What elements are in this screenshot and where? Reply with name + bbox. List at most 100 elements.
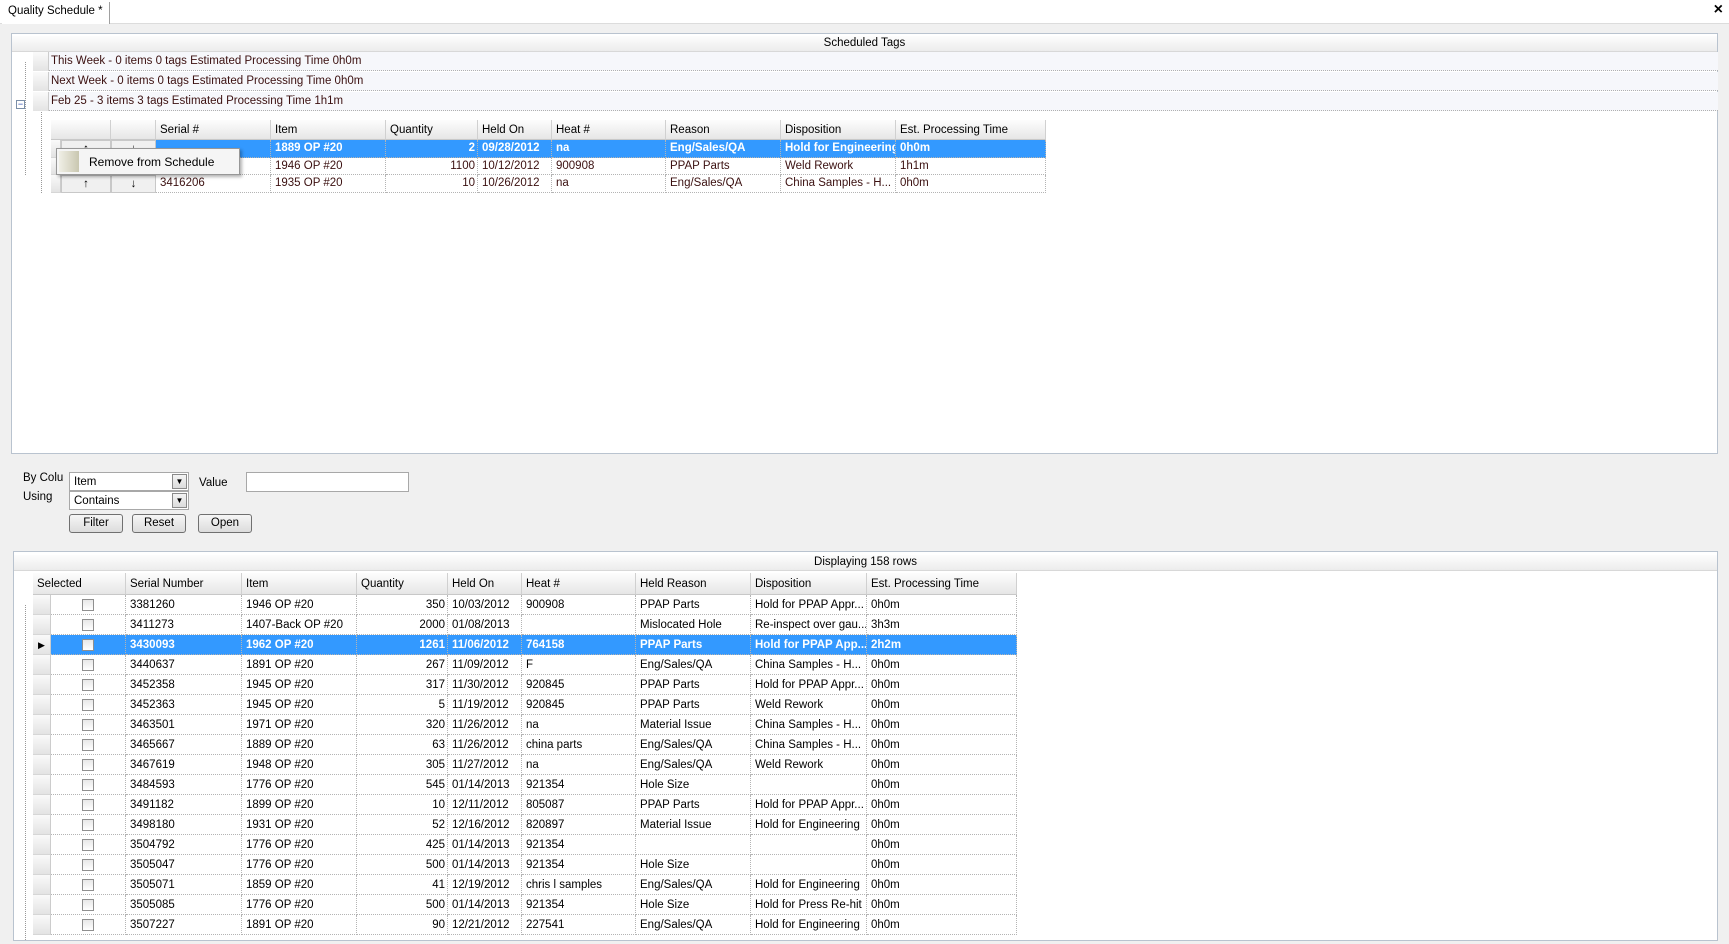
table-row[interactable]: 3452358 1945 OP #20 317 11/30/2012 920845 PPA… [33, 675, 1017, 695]
table-cell: 1946 OP #20 [271, 157, 386, 175]
tree-lines [25, 605, 33, 940]
selected-checkbox[interactable] [82, 698, 94, 711]
row-header[interactable] [33, 595, 51, 615]
row-header[interactable] [33, 875, 51, 895]
row-header[interactable] [33, 755, 51, 775]
row-header[interactable] [33, 615, 51, 635]
chevron-down-icon[interactable]: ▼ [172, 474, 187, 489]
column-header[interactable]: Held Reason [636, 573, 751, 595]
table-row[interactable]: 3411273 1407-Back OP #20 2000 01/08/2013 Mis… [33, 615, 1017, 635]
close-icon[interactable]: × [1714, 1, 1723, 19]
table-row[interactable]: 3498180 1931 OP #20 52 12/16/2012 820897 Mate… [33, 815, 1017, 835]
table-cell [751, 775, 867, 795]
tab-quality-schedule[interactable]: Quality Schedule * [2, 2, 110, 24]
selected-checkbox[interactable] [82, 778, 94, 791]
column-header[interactable]: Heat # [552, 120, 666, 140]
by-column-select[interactable]: Item ▼ [69, 472, 189, 491]
value-input[interactable] [246, 472, 409, 492]
table-row[interactable]: 3484593 1776 OP #20 545 01/14/2013 921354 Hol… [33, 775, 1017, 795]
table-row[interactable]: ▶ 3430093 1962 OP #20 1261 11/06/2012 764158 P… [33, 635, 1017, 655]
table-cell: 1971 OP #20 [242, 715, 357, 735]
selected-checkbox[interactable] [82, 878, 94, 891]
column-header[interactable]: Serial Number [126, 573, 242, 595]
move-down-button[interactable]: ↓ [111, 175, 156, 193]
row-header[interactable] [33, 655, 51, 675]
table-cell: 11/26/2012 [448, 715, 522, 735]
table-row[interactable]: 3505085 1776 OP #20 500 01/14/2013 921354 Hol… [33, 895, 1017, 915]
table-cell: 11/06/2012 [448, 635, 522, 655]
row-header[interactable] [33, 895, 51, 915]
column-header[interactable]: Heat # [522, 573, 636, 595]
table-row[interactable]: 3440637 1891 OP #20 267 11/09/2012 F Eng/Sale… [33, 655, 1017, 675]
column-header[interactable]: Held On [478, 120, 552, 140]
table-row[interactable]: 3505071 1859 OP #20 41 12/19/2012 chris l sa… [33, 875, 1017, 895]
collapse-icon[interactable]: − [16, 100, 25, 109]
selected-checkbox[interactable] [82, 798, 94, 811]
column-header[interactable]: Est. Processing Time [896, 120, 1046, 140]
row-header[interactable] [33, 855, 51, 875]
table-cell: 1945 OP #20 [242, 695, 357, 715]
column-header[interactable]: Selected [33, 573, 126, 595]
using-select[interactable]: Contains ▼ [69, 491, 189, 510]
row-header[interactable] [51, 175, 61, 193]
row-header[interactable] [33, 675, 51, 695]
group-row-feb-25[interactable]: Feb 25 - 3 items 3 tags Estimated Proces… [33, 92, 1718, 111]
filter-button[interactable]: Filter [69, 514, 123, 533]
column-header[interactable]: Quantity [386, 120, 478, 140]
move-up-button[interactable]: ↑ [61, 175, 111, 193]
column-header[interactable]: Quantity [357, 573, 448, 595]
selected-checkbox[interactable] [82, 858, 94, 871]
column-header[interactable]: Reason [666, 120, 781, 140]
row-header[interactable] [33, 715, 51, 735]
selected-checkbox[interactable] [82, 598, 94, 611]
selected-checkbox[interactable] [82, 738, 94, 751]
selected-cell [51, 735, 126, 755]
reset-button[interactable]: Reset [132, 514, 186, 533]
selected-checkbox[interactable] [82, 718, 94, 731]
table-row[interactable]: 3452363 1945 OP #20 5 11/19/2012 920845 PPAP … [33, 695, 1017, 715]
column-header[interactable]: Est. Processing Time [867, 573, 1017, 595]
table-row[interactable]: 3381260 1946 OP #20 350 10/03/2012 900908 PPA… [33, 595, 1017, 615]
column-header[interactable]: Item [242, 573, 357, 595]
table-row[interactable]: 3463501 1971 OP #20 320 11/26/2012 na Materia… [33, 715, 1017, 735]
row-header[interactable] [33, 795, 51, 815]
table-cell [751, 855, 867, 875]
selected-checkbox[interactable] [82, 758, 94, 771]
selected-checkbox[interactable] [82, 678, 94, 691]
chevron-down-icon[interactable]: ▼ [172, 493, 187, 508]
column-header[interactable]: Item [271, 120, 386, 140]
column-header[interactable]: Disposition [781, 120, 896, 140]
table-cell: 921354 [522, 835, 636, 855]
table-row[interactable]: 3467619 1948 OP #20 305 11/27/2012 na Eng/Sal… [33, 755, 1017, 775]
table-row[interactable]: 3491182 1899 OP #20 10 12/11/2012 805087 PPAP… [33, 795, 1017, 815]
table-row[interactable]: 3507227 1891 OP #20 90 12/21/2012 227541 Eng/… [33, 915, 1017, 935]
open-button[interactable]: Open [198, 514, 252, 533]
column-header[interactable]: Held On [448, 573, 522, 595]
group-row-this-week[interactable]: This Week - 0 items 0 tags Estimated Pro… [33, 52, 1718, 71]
selected-checkbox[interactable] [82, 918, 94, 931]
table-cell: Hold for PPAP App... [751, 635, 867, 655]
row-header[interactable] [33, 815, 51, 835]
row-header[interactable] [33, 835, 51, 855]
selected-checkbox[interactable] [82, 638, 94, 651]
column-header[interactable]: Serial # [156, 120, 271, 140]
tab-bar: Quality Schedule * × [0, 0, 1729, 24]
selected-checkbox[interactable] [82, 618, 94, 631]
column-header[interactable]: Disposition [751, 573, 867, 595]
menu-item-remove-from-schedule[interactable]: Remove from Schedule [89, 155, 214, 169]
selected-checkbox[interactable] [82, 658, 94, 671]
selected-checkbox[interactable] [82, 898, 94, 911]
table-row[interactable]: ↑ ↓ 3416206 1935 OP #20 10 10/26/2012 na Eng/Sa… [51, 175, 1046, 193]
table-row[interactable]: 3504792 1776 OP #20 425 01/14/2013 921354 0h0… [33, 835, 1017, 855]
row-header[interactable] [33, 735, 51, 755]
table-row[interactable]: 3505047 1776 OP #20 500 01/14/2013 921354 Hol… [33, 855, 1017, 875]
group-row-next-week[interactable]: Next Week - 0 items 0 tags Estimated Pro… [33, 72, 1718, 91]
selected-checkbox[interactable] [82, 818, 94, 831]
selected-checkbox[interactable] [82, 838, 94, 851]
row-header[interactable] [33, 775, 51, 795]
row-header[interactable]: ▶ [33, 635, 51, 655]
row-header[interactable] [33, 915, 51, 935]
row-count-status: Displaying 158 rows [14, 555, 1717, 571]
table-row[interactable]: 3465667 1889 OP #20 63 11/26/2012 china part… [33, 735, 1017, 755]
row-header[interactable] [33, 695, 51, 715]
